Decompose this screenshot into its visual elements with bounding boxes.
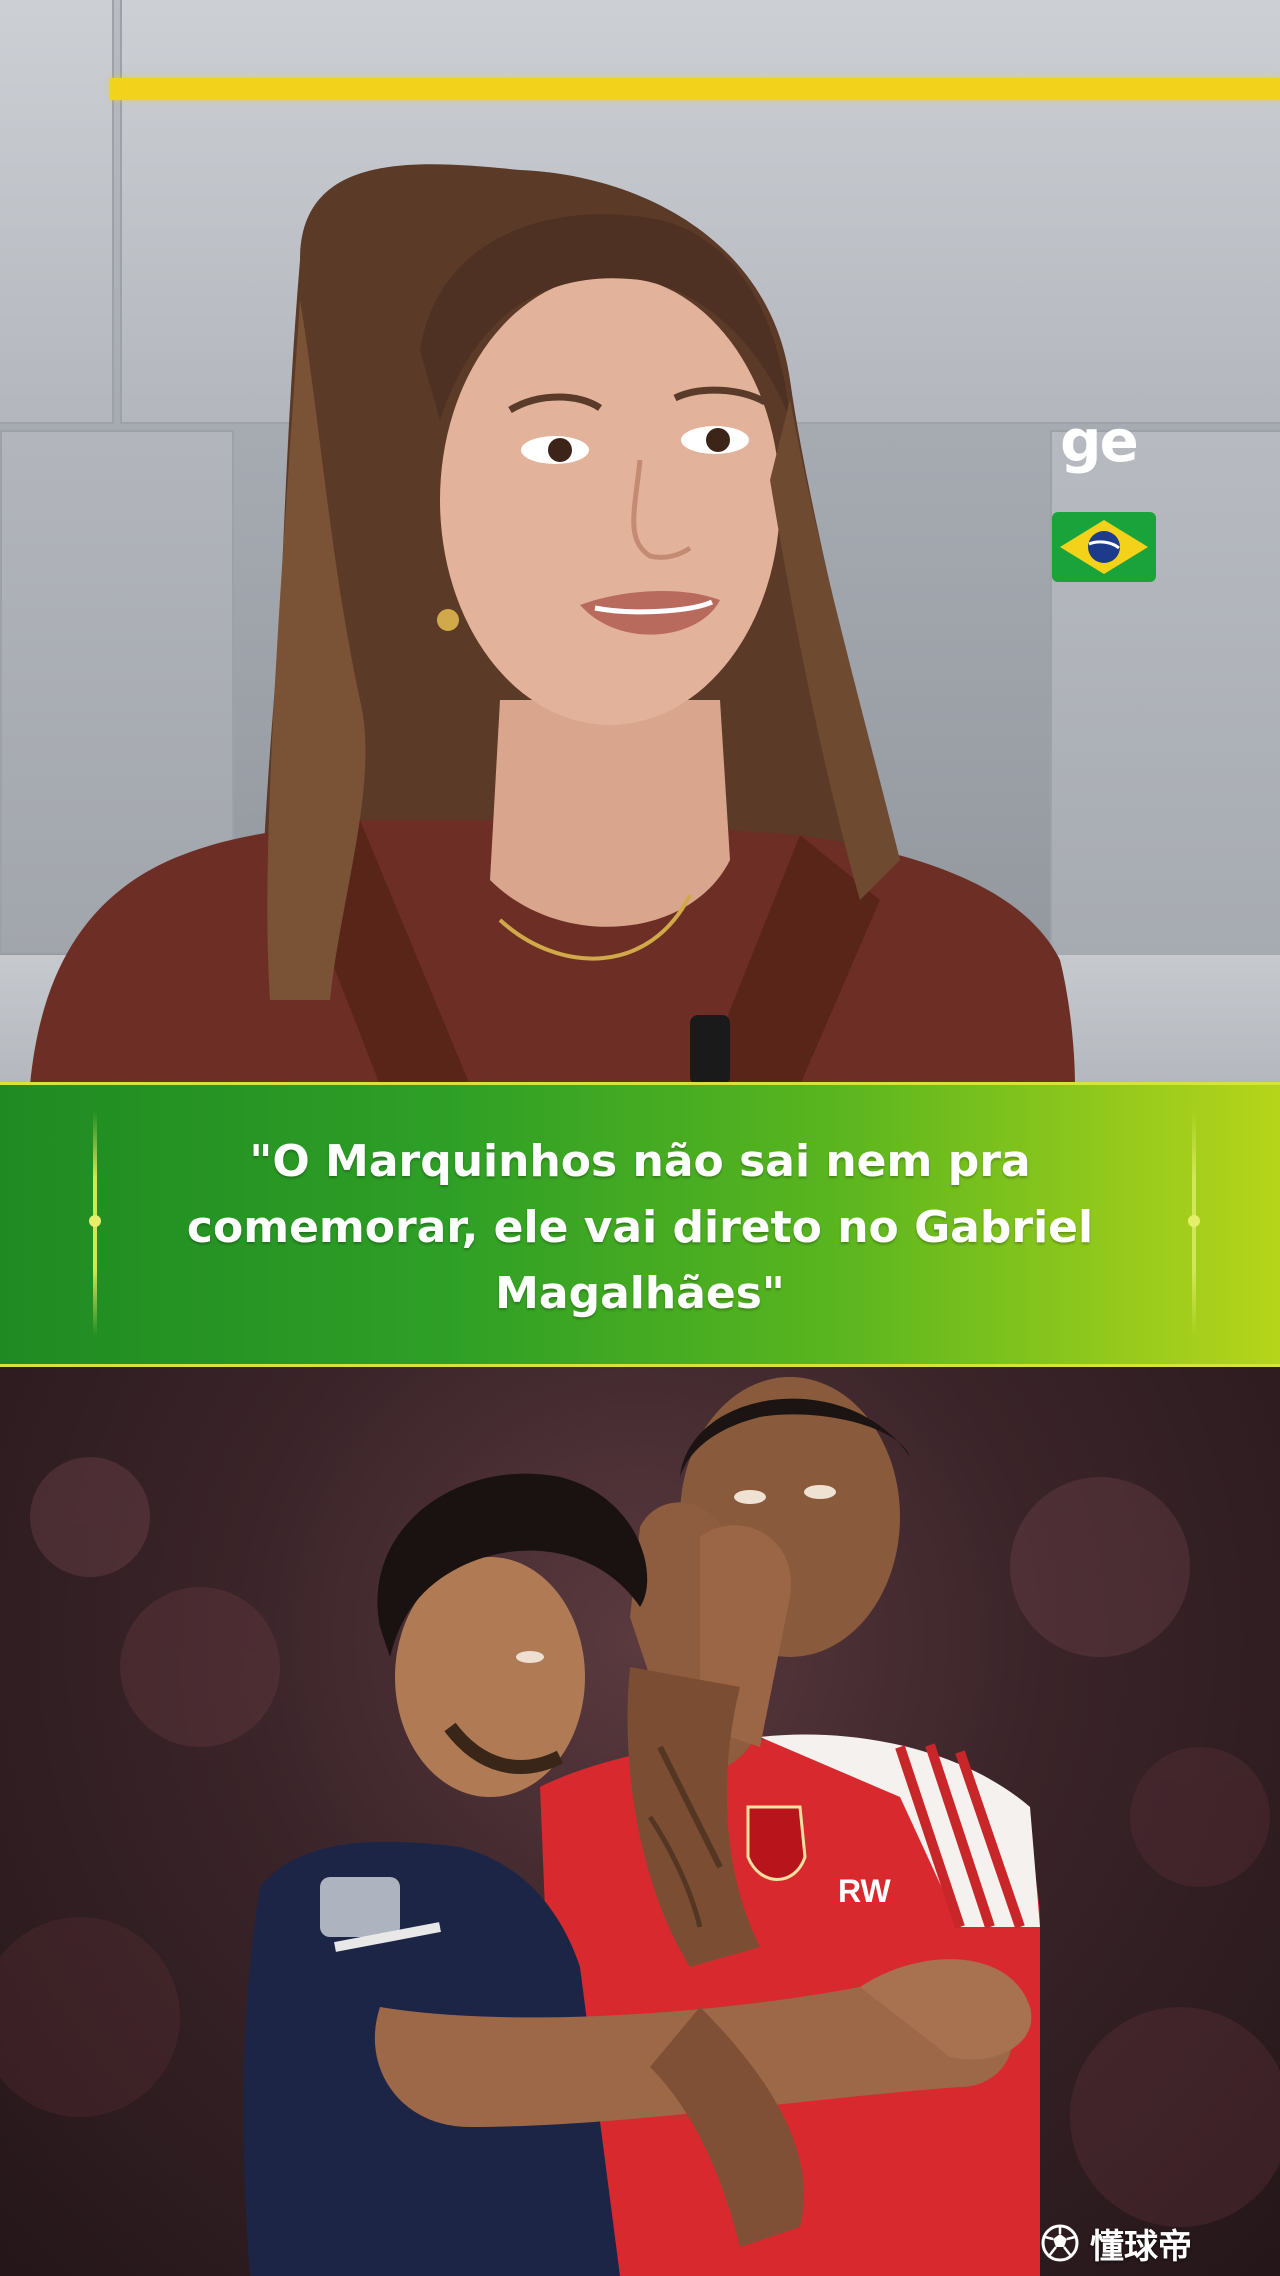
watermark: 懂球帝: [1040, 2222, 1192, 2267]
channel-logo: ge: [1060, 407, 1139, 475]
soccer-ball-icon: [1041, 2224, 1079, 2262]
players-photo: RW 懂球帝: [0, 1367, 1280, 2276]
sleeve-badge: [320, 1877, 400, 1937]
shirt-text: RW: [838, 1873, 892, 1909]
studio-frame: ge: [0, 0, 1280, 1085]
banner-ornament-dot: [89, 1215, 101, 1227]
watermark-text: 懂球帝: [1090, 2226, 1192, 2267]
brazil-flag-icon: [1052, 512, 1156, 582]
lapel-microphone: [690, 1015, 730, 1085]
players-illustration: RW: [0, 1377, 1280, 2276]
banner-ornament-dot: [1188, 1215, 1200, 1227]
arsenal-crest-icon: [746, 1805, 807, 1881]
quote-banner: "O Marquinhos não sai nem pra comemorar,…: [0, 1082, 1280, 1367]
page: ge "O Marquinhos não sai nem pra comemor…: [0, 0, 1280, 2276]
quote-text: "O Marquinhos não sai nem pra comemorar,…: [186, 1136, 1094, 1319]
presenter-face: [440, 275, 780, 725]
earring: [437, 609, 459, 631]
